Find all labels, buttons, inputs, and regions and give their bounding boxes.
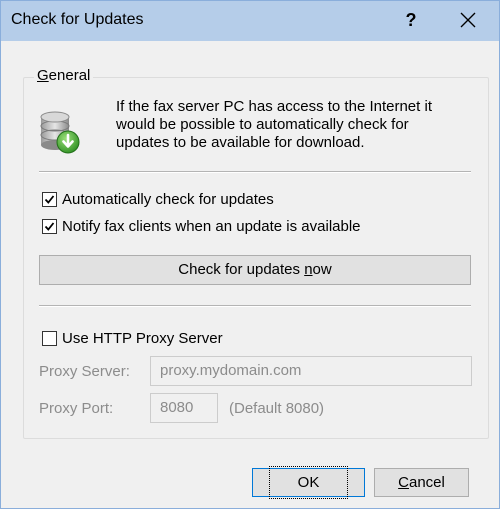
- separator-top: [39, 171, 471, 173]
- proxy-port-default-hint: (Default 8080): [229, 400, 325, 417]
- title-bar[interactable]: Check for Updates ?: [1, 1, 499, 41]
- use-proxy-option[interactable]: Use HTTP Proxy Server: [42, 329, 223, 347]
- proxy-server-field[interactable]: proxy.mydomain.com: [150, 356, 472, 386]
- help-icon: ?: [405, 10, 417, 30]
- check-for-updates-now-button[interactable]: Check for updates now: [39, 255, 471, 285]
- close-icon: [460, 12, 476, 28]
- window-title: Check for Updates: [11, 11, 144, 28]
- close-button[interactable]: [445, 3, 491, 37]
- separator-bottom: [39, 305, 471, 307]
- general-group-label: General: [34, 67, 94, 84]
- notify-clients-option[interactable]: Notify fax clients when an update is ava…: [42, 217, 361, 235]
- ok-button-label: OK: [268, 466, 349, 499]
- database-update-icon: [40, 111, 80, 154]
- auto-check-checkbox[interactable]: [42, 191, 57, 207]
- auto-check-option[interactable]: Automatically check for updates: [42, 190, 274, 208]
- checkmark-icon: [44, 221, 55, 231]
- proxy-port-label: Proxy Port:: [39, 400, 114, 417]
- update-info-text: If the fax server PC has access to the I…: [116, 98, 432, 151]
- notify-clients-checkbox[interactable]: [42, 218, 57, 234]
- notify-clients-label: Notify fax clients when an update is ava…: [62, 217, 361, 235]
- proxy-port-field[interactable]: 8080: [150, 393, 218, 423]
- use-proxy-checkbox[interactable]: [42, 330, 57, 346]
- cancel-button[interactable]: Cancel: [374, 468, 469, 497]
- help-button[interactable]: ?: [393, 3, 429, 37]
- auto-check-label: Automatically check for updates: [62, 190, 274, 208]
- use-proxy-label: Use HTTP Proxy Server: [62, 329, 223, 347]
- ok-button[interactable]: OK: [252, 466, 365, 499]
- proxy-server-label: Proxy Server:: [39, 363, 130, 380]
- dialog-window: Check for Updates ? General If the fax s…: [0, 0, 500, 509]
- checkmark-icon: [44, 194, 55, 204]
